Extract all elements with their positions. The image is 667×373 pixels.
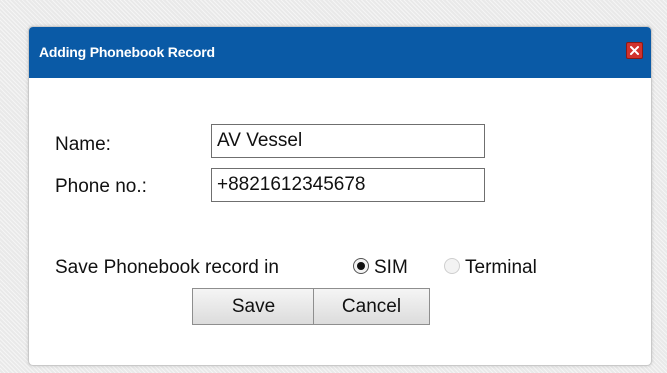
phone-label: Phone no.: [55, 176, 147, 197]
dialog-title: Adding Phonebook Record [39, 44, 215, 60]
name-label: Name: [55, 134, 111, 155]
phonebook-dialog: Adding Phonebook Record Name: Phone no.:… [28, 26, 652, 366]
terminal-radio[interactable] [444, 258, 460, 274]
name-field[interactable] [211, 124, 485, 158]
dialog-titlebar: Adding Phonebook Record [29, 27, 651, 78]
close-button[interactable] [626, 42, 643, 59]
sim-radio[interactable] [353, 258, 369, 274]
save-button[interactable]: Save [192, 288, 315, 325]
save-in-label: Save Phonebook record in [55, 257, 279, 278]
close-icon [630, 46, 639, 55]
phone-field[interactable] [211, 168, 485, 202]
terminal-option-label[interactable]: Terminal [465, 257, 537, 279]
radio-selected-dot [357, 262, 365, 270]
cancel-button[interactable]: Cancel [313, 288, 430, 325]
sim-option-label[interactable]: SIM [374, 257, 408, 279]
